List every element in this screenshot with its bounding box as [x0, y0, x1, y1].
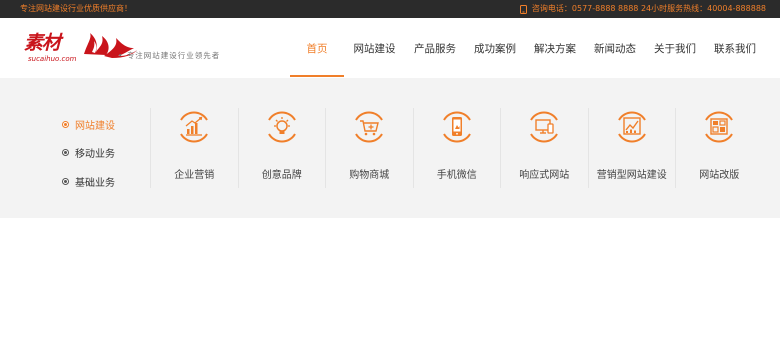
nav-item-about[interactable]: 关于我们	[645, 18, 705, 78]
category-website-building[interactable]: 网站建设	[62, 110, 115, 139]
category-label: 网站建设	[75, 120, 115, 132]
service-label: 手机微信	[436, 170, 477, 181]
responsive-devices-icon	[530, 111, 559, 143]
shopping-cart-icon	[355, 111, 384, 143]
service-category-list: 网站建设 移动业务 基础业务	[62, 110, 115, 196]
top-slogan: 专注网站建设行业优质供应商！	[20, 4, 132, 13]
service-label: 企业营销	[174, 170, 215, 181]
header: 素材 sucaihuo.com • 专注网站建设行业领先者 首页 网站建设 产品…	[0, 18, 780, 78]
service-label: 创意品牌	[261, 170, 302, 181]
nav-item-cases[interactable]: 成功案例	[465, 18, 525, 78]
category-basic[interactable]: 基础业务	[62, 167, 115, 196]
radio-dot-icon	[62, 120, 69, 128]
service-label: 营销型网站建设	[596, 170, 667, 181]
nav-item-news[interactable]: 新闻动态	[585, 18, 645, 78]
site-logo[interactable]: 素材 sucaihuo.com	[24, 32, 137, 68]
service-online-mall[interactable]: 购物商城	[325, 108, 413, 188]
service-grid: 企业营销 创意品牌 购物商城 手机微信 响应式网站 营销型网站建设 网站改版	[150, 108, 763, 188]
service-enterprise-marketing[interactable]: 企业营销	[150, 108, 238, 188]
tagline-text: 专注网站建设行业领先者	[126, 51, 221, 60]
main-nav: 首页 网站建设 产品服务 成功案例 解决方案 新闻动态 关于我们 联系我们	[290, 18, 765, 78]
service-creative-brand[interactable]: 创意品牌	[237, 108, 326, 188]
nav-item-contact[interactable]: 联系我们	[705, 18, 765, 78]
radio-dot-icon	[62, 149, 69, 157]
service-label: 购物商城	[349, 170, 390, 181]
service-label: 网站改版	[699, 170, 740, 181]
service-marketing-site[interactable]: 营销型网站建设	[587, 108, 676, 188]
nav-item-website-building[interactable]: 网站建设	[344, 18, 405, 78]
lightbulb-icon	[267, 111, 296, 143]
contact-text: 咨询电话：0577-8888 8888 24小时服务热线：40004-88888…	[531, 4, 766, 13]
service-responsive-site[interactable]: 响应式网站	[500, 108, 588, 188]
chart-growth-icon	[180, 111, 209, 143]
services-panel: 网站建设 移动业务 基础业务 企业营销 创意品牌 购物商城 手机微信 响应式网站…	[0, 78, 780, 218]
mobile-phone-icon	[442, 111, 471, 143]
category-label: 基础业务	[75, 177, 115, 189]
nav-item-products[interactable]: 产品服务	[405, 18, 465, 78]
service-site-redesign[interactable]: 网站改版	[675, 108, 763, 188]
nav-item-home[interactable]: 首页	[290, 18, 344, 78]
nav-item-solutions[interactable]: 解决方案	[525, 18, 585, 78]
service-label: 响应式网站	[519, 170, 570, 181]
marketing-chart-icon	[617, 111, 646, 143]
site-tagline: • 专注网站建设行业领先者	[118, 51, 221, 60]
phone-icon	[519, 4, 527, 14]
top-contact: 咨询电话：0577-8888 8888 24小时服务热线：40004-88888…	[519, 4, 766, 14]
category-mobile[interactable]: 移动业务	[62, 139, 115, 168]
layout-redesign-icon	[705, 111, 734, 143]
radio-dot-icon	[62, 177, 69, 185]
logo-domain: sucaihuo.com	[28, 55, 77, 63]
logo-text: 素材	[24, 32, 61, 54]
category-label: 移动业务	[75, 149, 115, 161]
service-mobile-wechat[interactable]: 手机微信	[412, 108, 501, 188]
top-bar: 专注网站建设行业优质供应商！ 咨询电话：0577-8888 8888 24小时服…	[0, 0, 780, 18]
